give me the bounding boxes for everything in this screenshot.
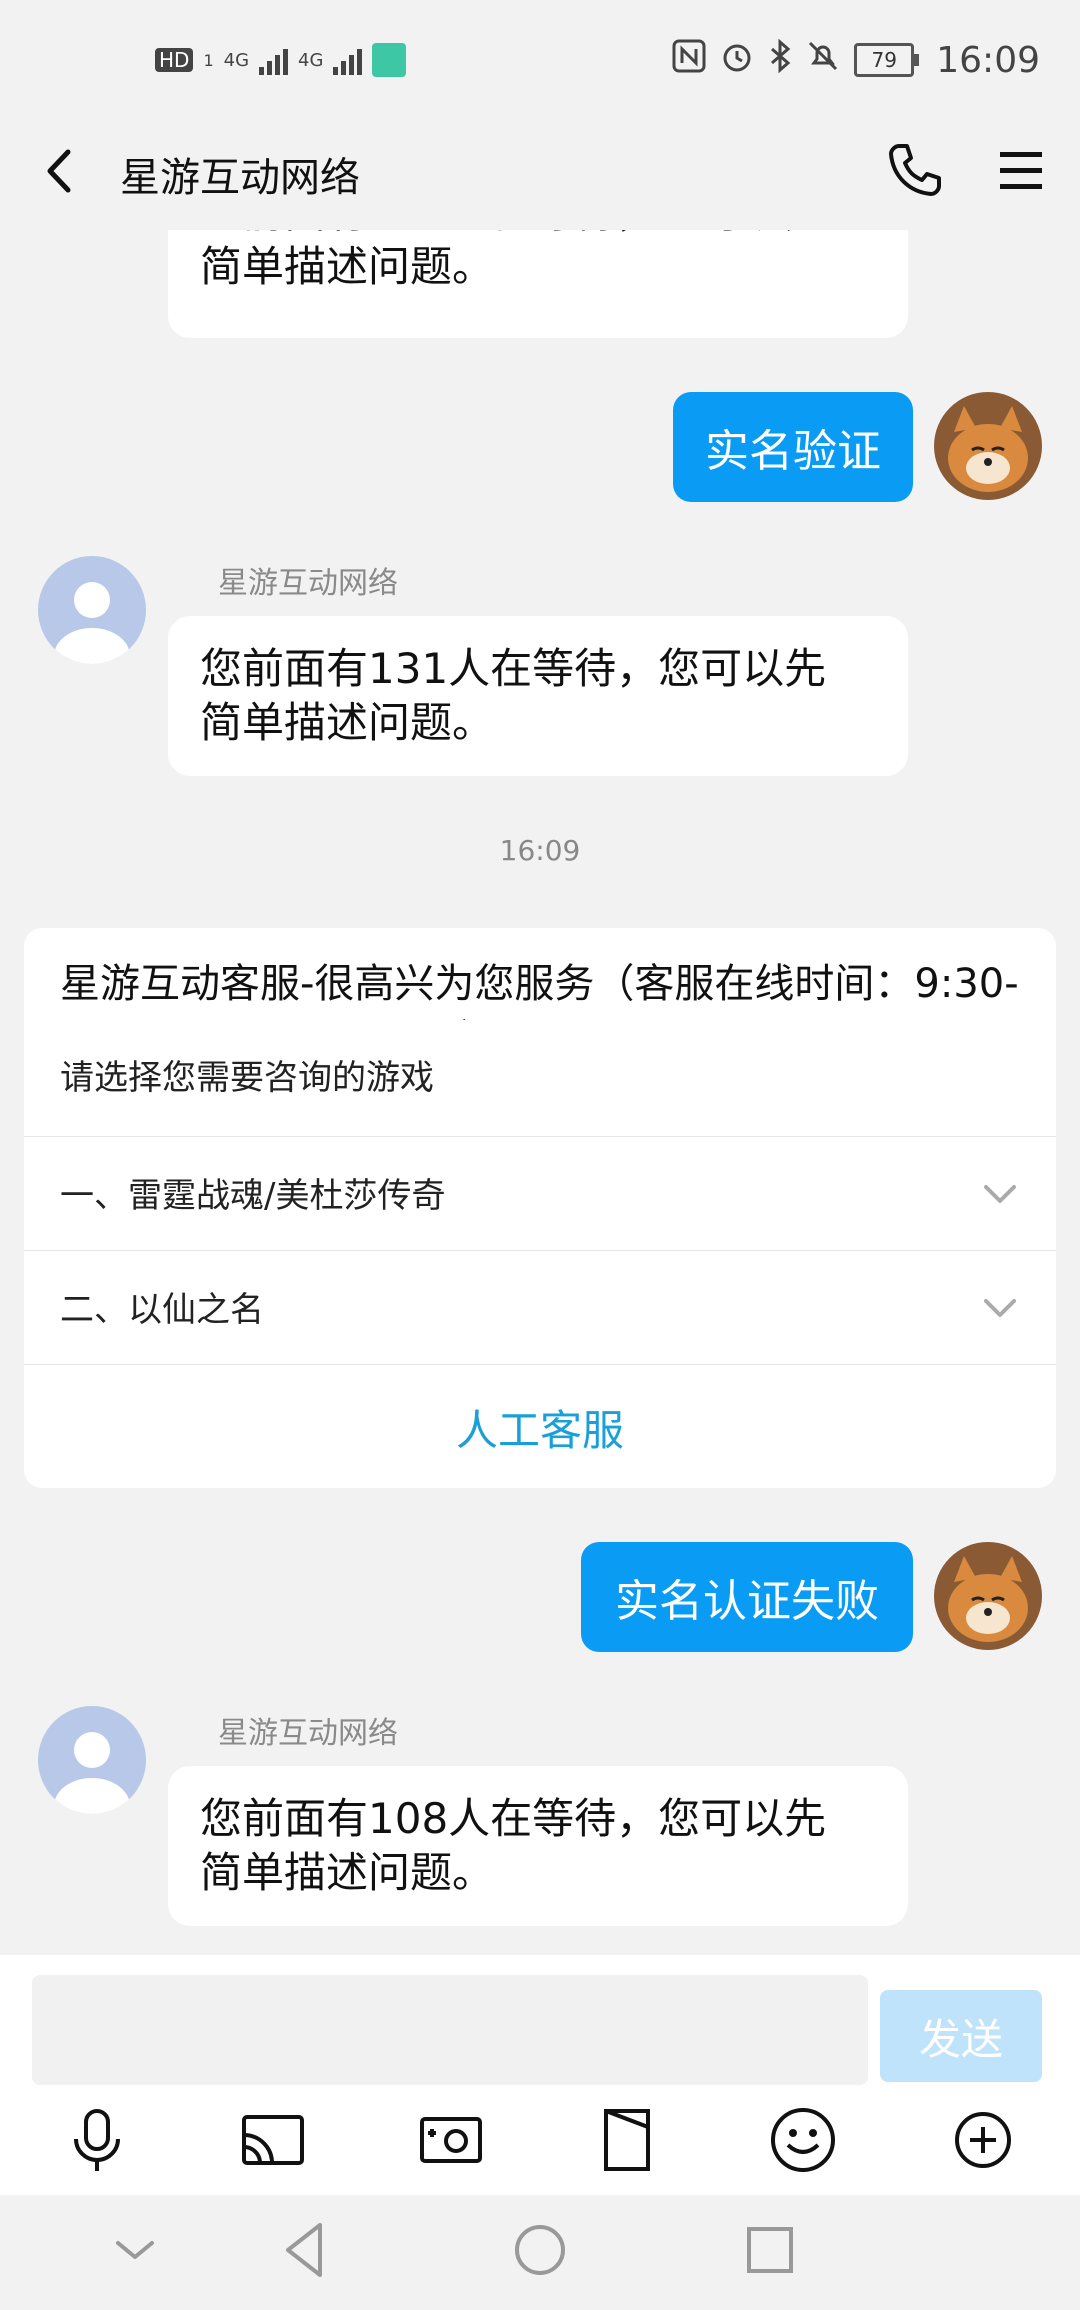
alarm-icon <box>720 39 754 82</box>
game-option-1[interactable]: 一、雷霆战魂/美杜莎传奇 <box>24 1136 1056 1248</box>
service-menu-card: 星游互动客服-很高兴为您服务（客服在线时间：9:30-12:00；13:30-1… <box>24 928 1056 1488</box>
collapse-icon[interactable] <box>100 2215 170 2285</box>
message-line: 您前面有108人在等待，您可以先 <box>200 1794 827 1843</box>
service-message-bubble: 您前面有108人在等待，您可以先 简单描述问题。 <box>168 1766 908 1926</box>
service-avatar[interactable] <box>38 556 146 664</box>
screen-cast-icon[interactable] <box>238 2105 308 2175</box>
page-title: 星游互动网络 <box>120 155 360 201</box>
sim-label: 1 <box>203 50 214 70</box>
sender-name: 星游互动网络 <box>218 1716 398 1751</box>
message-line: 简单描述问题。 <box>200 1848 495 1897</box>
camera-icon[interactable] <box>416 2105 486 2175</box>
message-text: 实名认证失败 <box>615 1576 879 1627</box>
timestamp: 16:09 <box>499 834 581 867</box>
status-right: 79 16:09 <box>672 36 1040 84</box>
phone-icon[interactable] <box>885 140 945 200</box>
back-arrow-icon[interactable] <box>38 138 82 204</box>
network-label-2: 4G <box>298 49 324 71</box>
add-icon[interactable] <box>948 2105 1018 2175</box>
back-icon[interactable] <box>272 2215 342 2285</box>
user-avatar[interactable] <box>934 392 1042 500</box>
signal-icon-2 <box>333 45 363 75</box>
send-button[interactable]: 发送 <box>880 1990 1042 2082</box>
file-icon[interactable] <box>592 2105 662 2175</box>
service-message-bubble: 您前面有131人在等待，您可以先 简单描述问题。 <box>168 616 908 776</box>
human-service-button[interactable]: 人工客服 <box>24 1364 1056 1488</box>
emoji-icon[interactable] <box>768 2105 838 2175</box>
recents-icon[interactable] <box>735 2215 805 2285</box>
service-avatar[interactable] <box>38 1706 146 1814</box>
sender-name: 星游互动网络 <box>218 566 398 601</box>
card-header: 星游互动客服-很高兴为您服务（客服在线时间：9:30-12:00；13:30-1… <box>60 961 1019 1020</box>
hd-badge: HD <box>155 48 194 72</box>
message-input[interactable] <box>32 1975 868 2085</box>
message-line: 您前面有131人在等待，您可以先 <box>200 230 876 240</box>
user-message-bubble: 实名验证 <box>673 392 913 502</box>
nfc-icon <box>672 39 706 82</box>
menu-icon[interactable] <box>998 148 1044 192</box>
message-text: 实名验证 <box>705 426 881 477</box>
battery-icon: 79 <box>854 43 920 77</box>
network-label-1: 4G <box>223 49 250 71</box>
chevron-down-icon <box>984 1298 1016 1317</box>
home-icon[interactable] <box>505 2215 575 2285</box>
message-line: 简单描述问题。 <box>200 242 495 291</box>
message-line: 简单描述问题。 <box>200 698 495 747</box>
user-message-bubble: 实名认证失败 <box>581 1542 913 1652</box>
status-left: HD 1 4G 4G <box>155 40 407 80</box>
user-avatar[interactable] <box>934 1542 1042 1650</box>
bluetooth-icon <box>768 38 792 82</box>
message-bubble-partial: 您前面有131人在等待，您可以先 简单描述问题。 <box>168 230 908 338</box>
message-line: 您前面有131人在等待，您可以先 <box>200 644 827 693</box>
option-label: 二、以仙之名 <box>60 1290 264 1330</box>
card-subtitle: 请选择您需要咨询的游戏 <box>60 1058 434 1098</box>
microphone-icon[interactable] <box>62 2105 132 2175</box>
clock: 16:09 <box>936 39 1040 81</box>
game-option-2[interactable]: 二、以仙之名 <box>24 1250 1056 1362</box>
signal-icon-1 <box>259 45 289 75</box>
chevron-down-icon <box>984 1184 1016 1203</box>
app-notification-icon <box>372 43 407 77</box>
option-label: 一、雷霆战魂/美杜莎传奇 <box>60 1176 446 1216</box>
mute-bell-icon <box>806 39 840 82</box>
